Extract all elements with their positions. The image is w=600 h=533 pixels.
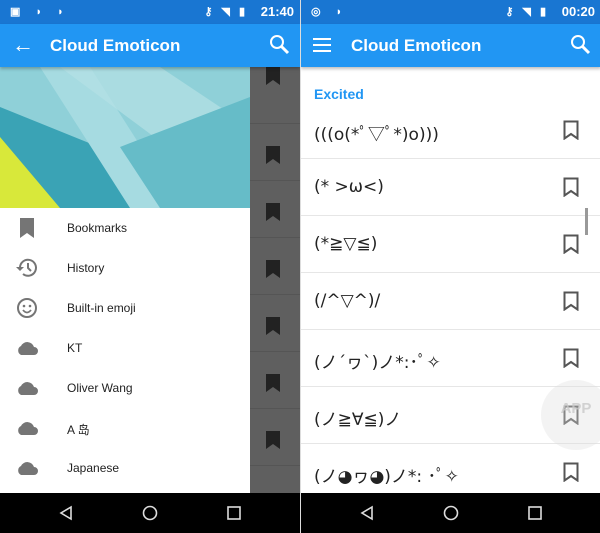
back-nav-icon[interactable] (359, 505, 375, 521)
emoticon-text: (/^▽^)/ (314, 291, 381, 311)
bookmark-outline-icon[interactable] (563, 177, 579, 197)
search-icon[interactable] (268, 33, 290, 55)
scrollbar[interactable] (585, 208, 588, 235)
cloud-icon (18, 382, 38, 395)
recents-nav-icon[interactable] (226, 505, 242, 521)
cloud-icon (18, 422, 38, 435)
emoticon-row[interactable]: (*≧▽≦) (301, 216, 600, 273)
emoticon-row[interactable]: (* >ω<) (301, 159, 600, 216)
home-nav-icon[interactable] (142, 505, 158, 521)
notification-icons: ▣ ◗ ◗ (10, 6, 70, 18)
emoticon-row[interactable]: (((o(*ﾟ▽ﾟ*)o))) (301, 102, 600, 159)
cloud-icon (18, 462, 38, 475)
drawer-item-japanese[interactable]: Japanese (0, 448, 250, 488)
emoticon-text: (*≧▽≦) (314, 234, 378, 254)
system-nav-bar (0, 493, 300, 533)
search-icon[interactable] (569, 33, 591, 55)
toolbar: Cloud Emoticon (301, 24, 600, 67)
emoticon-text: (ノ≧∀≦)ノ (314, 410, 402, 430)
system-nav-bar (301, 493, 600, 533)
drawer-item-a-dao[interactable]: A 岛 (0, 408, 250, 448)
smiley-icon (17, 298, 37, 318)
notification-icons: ◎ ◗ (311, 6, 349, 18)
emoticon-row[interactable]: (/^▽^)/ (301, 273, 600, 330)
drawer-item-bookmarks[interactable]: Bookmarks (0, 208, 250, 248)
left-screen: ▣ ◗ ◗ ⚷ ◥ ▮ 21:40 ← Cloud Emoticon Bookm… (0, 0, 300, 533)
navigation-drawer: Bookmarks History Built-in emoji KT Oliv… (0, 208, 250, 493)
home-nav-icon[interactable] (443, 505, 459, 521)
drawer-header-image (0, 67, 250, 208)
cloud-icon (18, 342, 38, 355)
section-header: Excited (314, 86, 364, 102)
menu-icon[interactable] (313, 37, 331, 53)
back-nav-icon[interactable] (58, 505, 74, 521)
bookmark-outline-icon[interactable] (563, 234, 579, 254)
status-bar: ▣ ◗ ◗ ⚷ ◥ ▮ 21:40 (0, 0, 300, 24)
drawer-item-oliver-wang[interactable]: Oliver Wang (0, 368, 250, 408)
bookmark-icon (20, 218, 34, 238)
recents-nav-icon[interactable] (527, 505, 543, 521)
clock: 21:40 (260, 4, 294, 19)
app-title: Cloud Emoticon (351, 36, 482, 55)
clock: 00:20 (561, 4, 595, 19)
app-title: Cloud Emoticon (50, 36, 181, 55)
system-icons: ⚷ ◥ ▮ (204, 6, 248, 18)
bookmark-outline-icon[interactable] (563, 462, 579, 482)
arrow-back-icon[interactable]: ← (12, 32, 34, 58)
emoticon-text: (ノ◕ヮ◕)ノ*: ･ﾟ✧ (314, 467, 459, 487)
history-icon (16, 258, 37, 277)
emoticon-text: (ノ´ヮ`)ノ*:･ﾟ✧ (314, 353, 441, 373)
bookmark-outline-icon[interactable] (563, 291, 579, 311)
drawer-scrim[interactable] (250, 67, 300, 493)
bookmark-outline-icon[interactable] (563, 120, 579, 140)
emoticon-text: (((o(*ﾟ▽ﾟ*)o))) (314, 125, 439, 145)
drawer-item-history[interactable]: History (0, 248, 250, 288)
emoticon-text: (* >ω<) (314, 177, 384, 197)
drawer-item-built-in-emoji[interactable]: Built-in emoji (0, 288, 250, 328)
emoticon-row[interactable]: (ノ´ヮ`)ノ*:･ﾟ✧ (301, 330, 600, 387)
status-bar: ◎ ◗ ⚷ ◥ ▮ 00:20 (301, 0, 600, 24)
toolbar: ← Cloud Emoticon (0, 24, 300, 67)
right-screen: ◎ ◗ ⚷ ◥ ▮ 00:20 Cloud Emoticon Excited (… (300, 0, 600, 533)
bookmark-outline-icon[interactable] (563, 348, 579, 368)
drawer-item-kt[interactable]: KT (0, 328, 250, 368)
system-icons: ⚷ ◥ ▮ (505, 6, 549, 18)
